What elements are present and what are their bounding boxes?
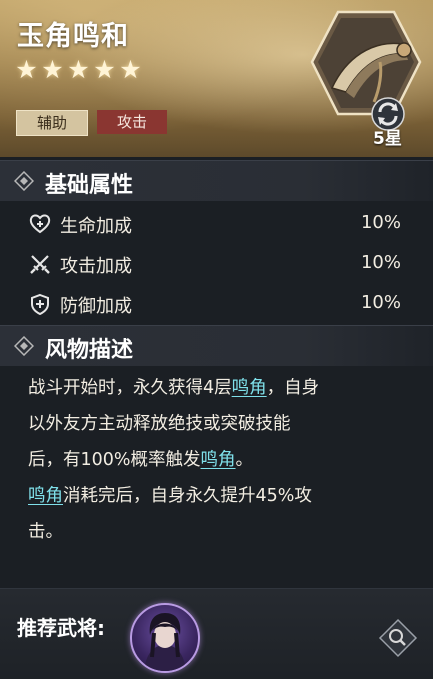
desc-text: 后，有100%概率触发 — [28, 450, 201, 470]
stat-value: 10% — [360, 292, 401, 313]
star-icon: ★ — [15, 55, 38, 84]
description-header: 风物描述 — [0, 325, 433, 366]
star-icon: ★ — [41, 55, 64, 84]
desc-text: 消耗完后，自身永久提升45%攻 — [63, 486, 312, 506]
desc-line-4: 鸣角消耗完后，自身永久提升45%攻 — [28, 478, 408, 514]
section-diamond-icon — [14, 336, 34, 356]
search-button[interactable] — [378, 618, 418, 658]
recommend-label: 推荐武将: — [17, 616, 105, 640]
crossed-swords-icon — [30, 255, 50, 274]
attributes-title: 基础属性 — [45, 172, 134, 198]
stat-name: 攻击加成 — [60, 256, 132, 277]
stat-row-defense: 防御加成 10% — [0, 284, 433, 322]
desc-line-2: 以外友方主动释放绝技或突破技能 — [28, 414, 291, 434]
desc-text: 战斗开始时，永久获得4层 — [28, 378, 232, 398]
star-rating: ★ ★ ★ ★ ★ — [15, 56, 142, 83]
stat-name: 生命加成 — [60, 216, 132, 237]
desc-line-5: 击。 — [28, 522, 63, 542]
tag-attack: 攻击 — [97, 110, 167, 134]
description-title: 风物描述 — [45, 337, 134, 363]
tag-support: 辅助 — [16, 110, 88, 136]
star-icon: ★ — [93, 55, 116, 84]
attributes-header: 基础属性 — [0, 160, 433, 201]
description-text: 战斗开始时，永久获得4层鸣角，自身 以外友方主动释放绝技或突破技能 后，有100… — [28, 370, 408, 550]
desc-line-3: 后，有100%概率触发鸣角。 — [28, 442, 408, 478]
avatar-portrait — [144, 613, 186, 671]
item-title: 玉角鸣和 — [17, 21, 129, 52]
recommended-general-avatar[interactable] — [130, 603, 200, 673]
desc-text: ，自身 — [266, 378, 320, 398]
stat-value: 10% — [360, 252, 401, 273]
star-icon: ★ — [67, 55, 90, 84]
shield-icon — [31, 293, 49, 315]
stat-row-hp: 生命加成 10% — [0, 204, 433, 242]
keyword-link[interactable]: 鸣角 — [232, 378, 267, 398]
heart-plus-icon — [29, 214, 51, 234]
keyword-link[interactable]: 鸣角 — [201, 450, 236, 470]
section-diamond-icon — [14, 171, 34, 191]
keyword-link[interactable]: 鸣角 — [28, 486, 63, 506]
desc-line-1: 战斗开始时，永久获得4层鸣角，自身 — [28, 370, 408, 406]
desc-text: 。 — [235, 450, 254, 470]
star-icon: ★ — [119, 55, 142, 84]
stat-row-attack: 攻击加成 10% — [0, 244, 433, 282]
rarity-label: 5星 — [373, 129, 402, 149]
item-badge — [310, 10, 422, 131]
stat-name: 防御加成 — [60, 296, 132, 317]
stat-value: 10% — [360, 212, 401, 233]
